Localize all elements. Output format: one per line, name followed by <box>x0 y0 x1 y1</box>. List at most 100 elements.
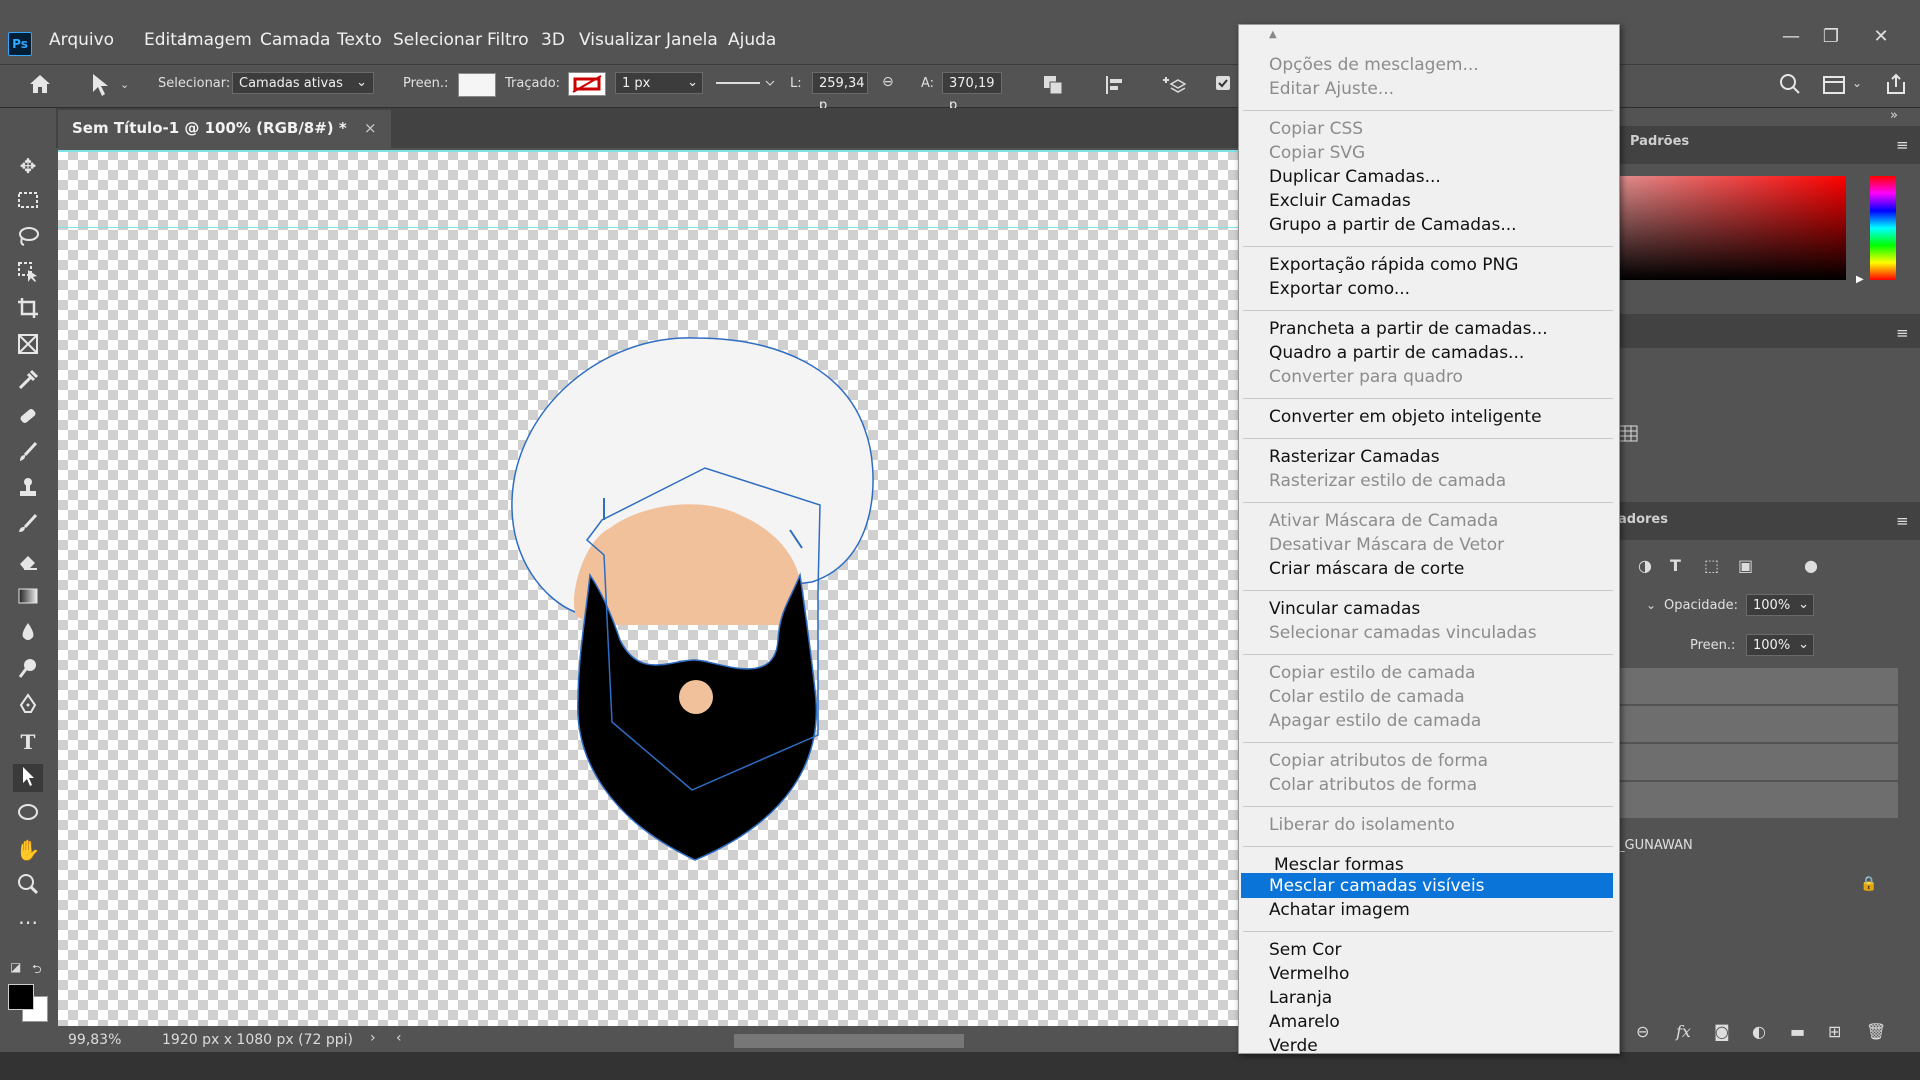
menu-arquivo[interactable]: Arquivo <box>49 30 114 50</box>
layer-row[interactable] <box>1616 706 1898 743</box>
menu-item-copiar-svg[interactable]: Copiar SVG <box>1269 141 1365 165</box>
menu-texto[interactable]: Texto <box>337 30 382 50</box>
menu-item-editar-ajuste[interactable]: Editar Ajuste... <box>1269 77 1394 101</box>
menu-camada[interactable]: Camada <box>260 30 330 50</box>
menu-item-amarelo[interactable]: Amarelo <box>1269 1010 1340 1034</box>
menu-item-colar-atributos[interactable]: Colar atributos de forma <box>1269 773 1477 797</box>
adjustment-layer-icon[interactable]: ◐ <box>1752 1022 1766 1041</box>
color-field[interactable] <box>1616 176 1846 280</box>
tab-padroes[interactable]: Padrões <box>1630 134 1689 149</box>
panel-menu-icon[interactable]: ≡ <box>1896 512 1909 530</box>
menu-item-colar-estilo[interactable]: Colar estilo de camada <box>1269 685 1465 709</box>
menu-item-sem-cor[interactable]: Sem Cor <box>1269 938 1341 962</box>
tab-close-icon[interactable]: × <box>364 119 377 137</box>
menu-ajuda[interactable]: Ajuda <box>728 30 776 50</box>
hue-slider-handle-icon[interactable]: ▶ <box>1856 274 1864 285</box>
blur-tool-icon[interactable] <box>13 620 43 648</box>
menu-item-rasterizar-estilo[interactable]: Rasterizar estilo de camada <box>1269 469 1506 493</box>
panel-menu-icon[interactable]: ≡ <box>1896 136 1909 154</box>
brush-tool-icon[interactable] <box>13 440 43 468</box>
minimize-button[interactable]: — <box>1776 26 1806 50</box>
collapse-panels-icon[interactable]: » <box>1890 108 1898 123</box>
stroke-swatch[interactable] <box>568 72 606 96</box>
menu-item-ativar-mascara[interactable]: Ativar Máscara de Camada <box>1269 509 1498 533</box>
frame-tool-icon[interactable] <box>13 332 43 360</box>
zoom-tool-icon[interactable] <box>13 872 43 900</box>
path-selection-tool-icon[interactable] <box>88 72 112 98</box>
menu-item-achatar-imagem[interactable]: Achatar imagem <box>1269 898 1410 922</box>
height-field[interactable]: 370,19 p <box>942 72 1002 113</box>
align-edges-checkbox[interactable] <box>1216 76 1230 90</box>
crop-tool-icon[interactable] <box>13 296 43 324</box>
menu-item-vermelho[interactable]: Vermelho <box>1269 962 1349 986</box>
select-dropdown[interactable]: Camadas ativas ⌄ <box>232 72 374 94</box>
menu-item-mesclar-visiveis[interactable]: Mesclar camadas visíveis <box>1269 874 1485 898</box>
panel-menu-icon[interactable]: ≡ <box>1896 324 1909 342</box>
layer-row[interactable] <box>1616 668 1898 705</box>
menu-item-selecionar-vinculadas[interactable]: Selecionar camadas vinculadas <box>1269 621 1537 645</box>
path-selection-tool-active-icon[interactable] <box>13 764 43 792</box>
search-icon[interactable] <box>1778 72 1802 96</box>
horizontal-scrollbar[interactable] <box>734 1034 964 1048</box>
hue-slider[interactable] <box>1870 176 1896 280</box>
layer-name[interactable]: _GUNAWAN <box>1618 838 1693 853</box>
marquee-tool-icon[interactable] <box>13 188 43 216</box>
more-tools-icon[interactable]: ⋯ <box>13 908 43 936</box>
dodge-tool-icon[interactable] <box>13 656 43 684</box>
menu-item-vincular-camadas[interactable]: Vincular camadas <box>1269 597 1420 621</box>
menu-item-laranja[interactable]: Laranja <box>1269 986 1332 1010</box>
menu-item-duplicar-camadas[interactable]: Duplicar Camadas... <box>1269 165 1441 189</box>
menu-item-verde[interactable]: Verde <box>1269 1034 1318 1058</box>
grid-icon[interactable] <box>1618 424 1640 444</box>
stroke-type-dropdown[interactable] <box>712 72 778 94</box>
link-icon[interactable]: ⊖ <box>882 74 894 90</box>
link-layers-icon[interactable]: ⊖ <box>1636 1022 1649 1041</box>
menu-item-excluir-camadas[interactable]: Excluir Camadas <box>1269 189 1411 213</box>
menu-item-converter-quadro[interactable]: Converter para quadro <box>1269 365 1463 389</box>
close-button[interactable]: ✕ <box>1866 26 1896 50</box>
width-field[interactable]: 259,34 p <box>812 72 868 113</box>
ellipse-tool-icon[interactable] <box>13 800 43 828</box>
smart-object-filter-icon[interactable]: ▣ <box>1738 556 1753 575</box>
path-arrangement-icon[interactable] <box>1160 72 1187 96</box>
layer-fill-field[interactable]: 100% ⌄ <box>1746 634 1814 656</box>
layer-row[interactable] <box>1616 744 1898 781</box>
restore-button[interactable]: ❐ <box>1816 26 1846 50</box>
lasso-tool-icon[interactable] <box>13 224 43 252</box>
menu-janela[interactable]: Janela <box>666 30 718 50</box>
pen-tool-icon[interactable] <box>13 692 43 720</box>
type-tool-icon[interactable]: T <box>13 728 43 756</box>
status-expand-icon[interactable]: › <box>370 1030 376 1046</box>
history-brush-tool-icon[interactable] <box>13 512 43 540</box>
scroll-left-icon[interactable]: ‹ <box>396 1030 402 1046</box>
opacity-field[interactable]: 100% ⌄ <box>1746 594 1814 616</box>
eraser-tool-icon[interactable] <box>13 548 43 576</box>
stroke-width-field[interactable]: 1 px ⌄ <box>615 72 703 94</box>
foreground-color-swatch[interactable] <box>8 984 34 1010</box>
share-icon[interactable] <box>1884 72 1908 96</box>
home-icon[interactable] <box>26 70 54 98</box>
menu-item-opcoes-mesclagem[interactable]: Opções de mesclagem... <box>1269 53 1479 77</box>
menu-3d[interactable]: 3D <box>541 30 565 50</box>
menu-item-rasterizar-camadas[interactable]: Rasterizar Camadas <box>1269 445 1440 469</box>
menu-item-liberar-isolamento[interactable]: Liberar do isolamento <box>1269 813 1455 837</box>
document-canvas[interactable] <box>58 150 1240 1026</box>
workspace-icon[interactable] <box>1822 74 1846 96</box>
hand-tool-icon[interactable]: ✋ <box>13 836 43 864</box>
add-mask-icon[interactable]: ◙ <box>1714 1022 1730 1041</box>
object-selection-tool-icon[interactable] <box>13 260 43 288</box>
path-alignment-icon[interactable] <box>1104 74 1126 96</box>
menu-item-copiar-estilo[interactable]: Copiar estilo de camada <box>1269 661 1475 685</box>
fill-swatch[interactable] <box>458 73 496 97</box>
menu-imagem[interactable]: Imagem <box>182 30 252 50</box>
delete-layer-icon[interactable]: 🗑 <box>1866 1022 1886 1041</box>
menu-item-objeto-inteligente[interactable]: Converter em objeto inteligente <box>1269 405 1542 429</box>
menu-item-copiar-atributos[interactable]: Copiar atributos de forma <box>1269 749 1488 773</box>
filter-toggle-icon[interactable]: ● <box>1804 556 1818 575</box>
menu-item-quadro[interactable]: Quadro a partir de camadas... <box>1269 341 1524 365</box>
menu-item-apagar-estilo[interactable]: Apagar estilo de camada <box>1269 709 1481 733</box>
menu-item-copiar-css[interactable]: Copiar CSS <box>1269 117 1363 141</box>
menu-item-mascara-corte[interactable]: Criar máscara de corte <box>1269 557 1464 581</box>
menu-item-desativar-mascara[interactable]: Desativar Máscara de Vetor <box>1269 533 1504 557</box>
menu-item-exportar-como[interactable]: Exportar como... <box>1269 277 1410 301</box>
